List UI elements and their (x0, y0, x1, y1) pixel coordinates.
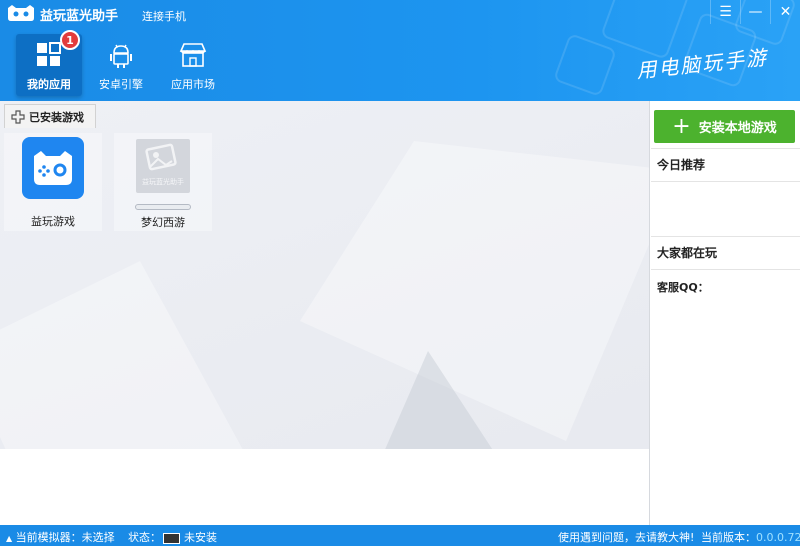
placeholder-image-icon: 益玩蓝光助手 (136, 139, 190, 193)
title-bar: 益玩蓝光助手 连接手机 ☰ — ✕ (0, 0, 800, 26)
state-label: 状态： (128, 531, 161, 544)
store-icon (179, 43, 207, 67)
grid-icon (37, 42, 61, 66)
popular-heading: 大家都在玩 (651, 236, 800, 270)
main-nav: 我的应用 1 安卓引擎 应用市场 (16, 30, 232, 96)
plus-icon: + (672, 113, 691, 139)
right-sidebar: + 安装本地游戏 今日推荐 大家都在玩 客服QQ： (651, 101, 800, 525)
game-name: 梦幻西游 (141, 216, 185, 229)
menu-icon: ☰ (719, 4, 732, 20)
android-icon (110, 44, 132, 68)
games-grid: 益玩游戏 益玩蓝光助手 梦幻西游 (4, 133, 224, 231)
nav-label: 应用市场 (171, 78, 215, 91)
monitor-icon (163, 532, 180, 544)
customer-service-qq: 客服QQ： (657, 281, 709, 294)
version-info: 当前版本：0.0.0.72 (701, 529, 800, 545)
panel-footer (0, 449, 649, 525)
menu-button[interactable]: ☰ (710, 0, 740, 24)
tab-installed-games[interactable]: 已安装游戏 (4, 104, 96, 128)
today-recommend-heading: 今日推荐 (651, 148, 800, 182)
minimize-button[interactable]: — (740, 0, 770, 24)
nav-label: 安卓引擎 (99, 78, 143, 91)
caret-up-icon: ▲ (6, 534, 13, 543)
version-label: 当前版本： (701, 531, 756, 544)
install-progress-bar (135, 204, 191, 210)
game-name: 益玩游戏 (31, 215, 75, 228)
install-local-game-button[interactable]: + 安装本地游戏 (654, 110, 795, 143)
help-link[interactable]: 使用遇到问题，去请教大神! (558, 529, 694, 545)
notification-badge: 1 (60, 30, 80, 50)
emulator-label: 当前模拟器：未选择 (15, 531, 115, 544)
game-tile[interactable]: 益玩游戏 (4, 133, 102, 231)
header-bar: 益玩蓝光助手 连接手机 ☰ — ✕ 我的应用 1 安卓引擎 应用市场 用电脑玩手… (0, 0, 800, 101)
tab-label: 已安装游戏 (29, 110, 84, 124)
nav-app-market[interactable]: 应用市场 (160, 34, 226, 96)
dpad-icon (11, 109, 25, 124)
close-button[interactable]: ✕ (770, 0, 800, 24)
status-info: 状态： 未安装 (128, 529, 217, 545)
emulator-selector[interactable]: ▲ 当前模拟器：未选择 (6, 529, 115, 545)
connect-phone-link[interactable]: 连接手机 (142, 8, 186, 24)
minimize-icon: — (748, 4, 763, 20)
nav-label: 我的应用 (27, 78, 71, 91)
game-tile[interactable]: 益玩蓝光助手 梦幻西游 (114, 133, 212, 231)
nav-android-engine[interactable]: 安卓引擎 (88, 34, 154, 96)
close-icon: ✕ (779, 4, 792, 20)
installed-games-panel: 已安装游戏 益玩游戏 益玩蓝光助手 梦幻西游 (0, 101, 650, 525)
app-title: 益玩蓝光助手 (40, 9, 119, 24)
nav-my-apps[interactable]: 我的应用 1 (16, 30, 82, 96)
placeholder-text: 益玩蓝光助手 (142, 177, 184, 186)
install-button-label: 安装本地游戏 (698, 121, 777, 136)
window-controls: ☰ — ✕ (710, 0, 800, 24)
state-value: 未安装 (184, 531, 217, 544)
version-value: 0.0.0.72 (756, 531, 800, 544)
app-logo-icon (8, 5, 34, 21)
gamepad-app-icon (22, 137, 84, 199)
status-bar: ▲ 当前模拟器：未选择 状态： 未安装 使用遇到问题，去请教大神! 当前版本：0.… (0, 525, 800, 546)
